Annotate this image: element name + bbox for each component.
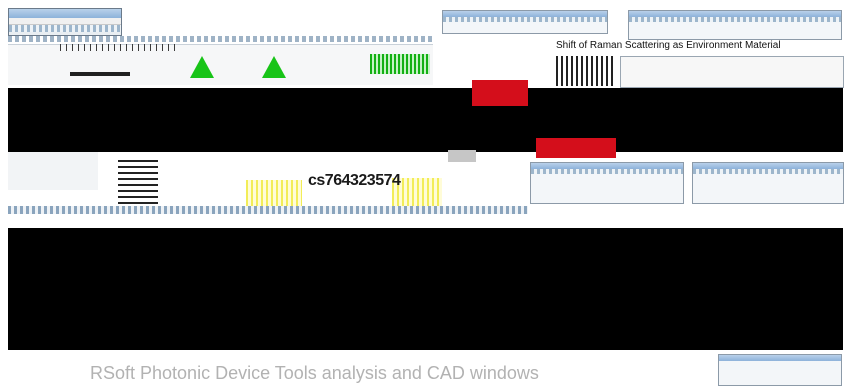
middle-pane-left [8,152,98,190]
image-caption: RSoft Photonic Device Tools analysis and… [90,363,539,383]
occluded-region-lower [8,228,843,350]
cad-window-topleft[interactable] [8,8,122,36]
watermark-text: cs764323574 [308,172,401,189]
small-dialog-titlebar[interactable] [719,355,841,361]
highlight-area-1 [246,180,302,208]
cad-window-menubar[interactable] [9,18,121,25]
fullwave-window[interactable] [628,10,842,40]
grating-region [370,54,430,74]
occluded-region-upper [8,88,843,152]
cad-window-titlebar[interactable] [9,9,121,18]
analysis-window-1-toolbar[interactable] [531,169,683,174]
fullwave-toolbar[interactable] [629,17,841,22]
plot-window-title: Shift of Raman Scattering as Environment… [556,40,781,51]
field-plot-red [472,80,528,106]
analysis-window-1[interactable] [530,162,684,204]
top-toolbar-strip[interactable] [8,36,433,42]
middle-list [118,160,158,206]
small-label [70,72,130,76]
waveguide-shape-1[interactable] [190,56,214,78]
waveguide-shape-2[interactable] [262,56,286,78]
cad-window-toolbar[interactable] [9,25,121,32]
lower-toolbar-strip[interactable] [8,206,528,214]
plot-axis-strip [556,56,616,86]
field-plot-gray [448,150,476,162]
tick-row [60,44,180,51]
bandsolve-window[interactable] [442,10,608,34]
plot-window-frame[interactable] [620,56,844,88]
analysis-window-2[interactable] [692,162,844,204]
small-dialog[interactable] [718,354,842,386]
analysis-window-2-toolbar[interactable] [693,169,843,174]
field-plot-red-2 [536,138,616,158]
bandsolve-toolbar[interactable] [443,17,607,22]
